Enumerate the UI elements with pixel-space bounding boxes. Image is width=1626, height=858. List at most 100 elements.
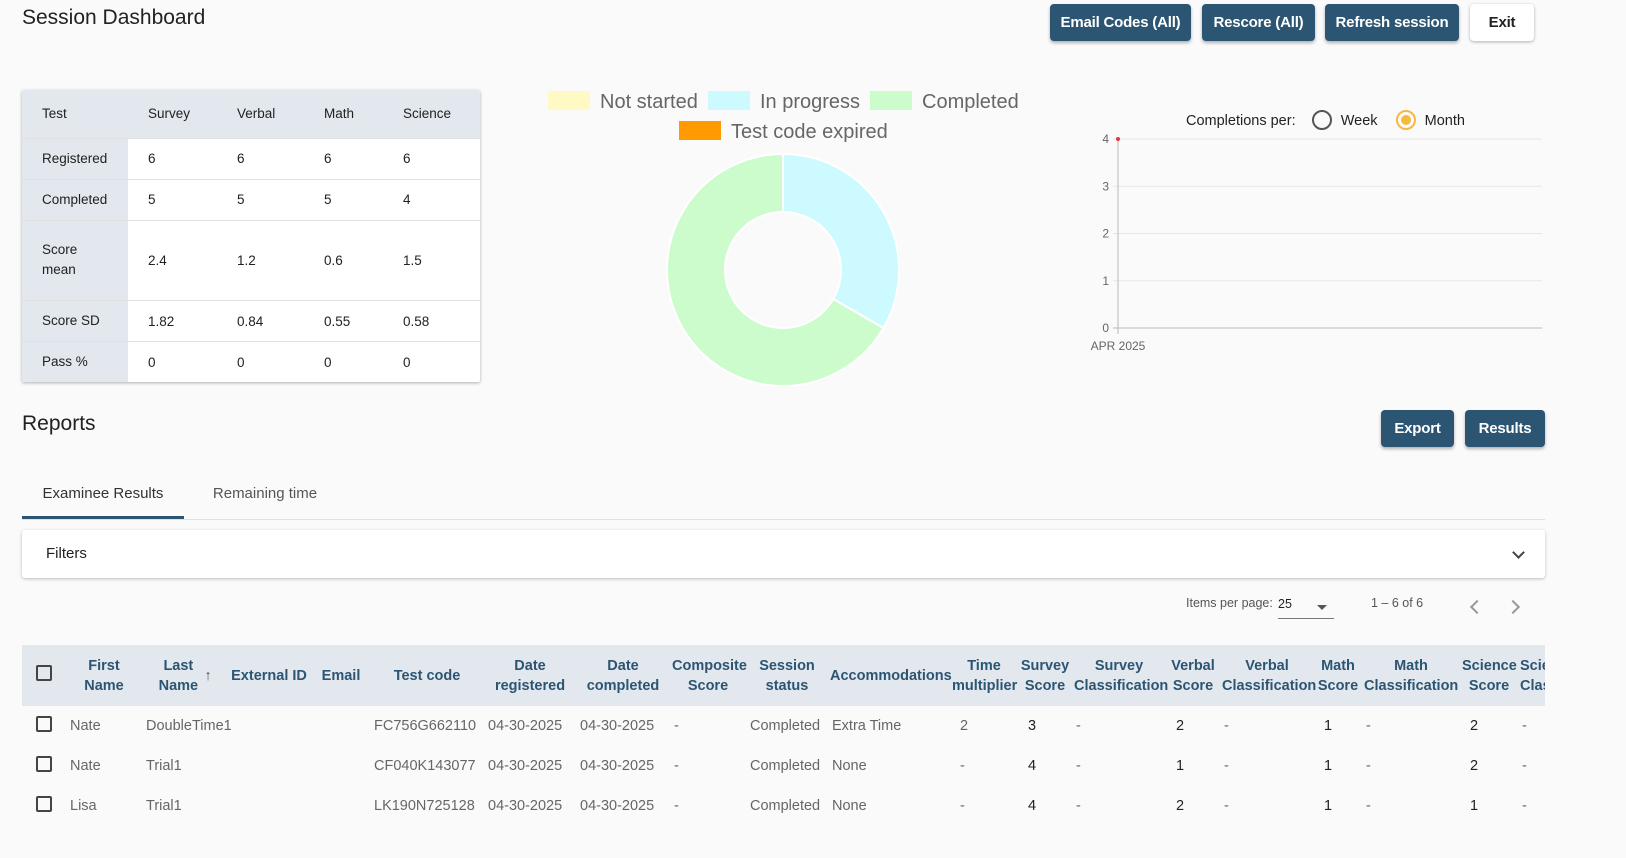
- summary-cell: 4: [383, 179, 480, 221]
- col-first-name[interactable]: First Name: [66, 645, 142, 706]
- legend-completed[interactable]: Completed: [870, 91, 1019, 114]
- summary-row: Registered 6 6 6 6: [22, 138, 480, 180]
- summary-cell: 5: [304, 179, 383, 221]
- summary-cell: 0: [148, 354, 156, 370]
- col-accommodations[interactable]: Accommodations: [828, 645, 952, 706]
- table-cell-verbal-score: 2: [1176, 718, 1185, 734]
- filters-panel[interactable]: Filters: [22, 530, 1545, 578]
- table-cell-first-name: Lisa: [70, 798, 97, 814]
- summary-row-label: Score SD: [22, 300, 128, 343]
- export-button[interactable]: Export: [1381, 410, 1454, 447]
- table-cell-accommodations: None: [832, 798, 867, 814]
- summary-header-row: Test Survey Verbal Math Science: [22, 90, 480, 139]
- table-cell-survey-score: 4: [1028, 758, 1037, 774]
- col-time-multiplier[interactable]: Time multiplier: [950, 645, 1018, 706]
- col-survey-score[interactable]: Survey Score: [1018, 645, 1072, 706]
- col-test-code[interactable]: Test code: [370, 645, 484, 706]
- summary-col-survey: Survey: [128, 90, 217, 139]
- refresh-session-button[interactable]: Refresh session: [1325, 4, 1459, 41]
- summary-row: Pass % 0 0 0 0: [22, 341, 480, 382]
- col-last-name-label: Last Name: [158, 657, 199, 694]
- row-checkbox[interactable]: [36, 756, 52, 772]
- y-tick-label: 4: [1102, 132, 1109, 146]
- legend-not-started[interactable]: Not started: [548, 91, 698, 114]
- summary-cell: 0.6: [304, 220, 383, 302]
- table-row[interactable]: Nate DoubleTime1 FC756G662110 04-30-2025 04-…: [22, 706, 1545, 746]
- row-checkbox[interactable]: [36, 716, 52, 732]
- table-row[interactable]: Lisa Trial1 LK190N725128 04-30-2025 04-30-20…: [22, 786, 1545, 826]
- table-cell-verbal-classification: -: [1224, 798, 1229, 814]
- summary-col-test: Test: [22, 90, 128, 139]
- col-session-status[interactable]: Session status: [746, 645, 828, 706]
- col-math-classification[interactable]: Math Classification: [1362, 645, 1460, 706]
- exit-button[interactable]: Exit: [1470, 4, 1534, 41]
- col-email[interactable]: Email: [312, 645, 370, 706]
- col-science-classification[interactable]: Science Classification: [1518, 645, 1545, 706]
- table-cell-verbal-score: 1: [1176, 758, 1185, 774]
- table-cell-composite-score: -: [674, 798, 679, 814]
- dropdown-arrow-icon: [1317, 605, 1327, 610]
- table-cell-survey-classification: -: [1076, 798, 1081, 814]
- table-cell-composite-score: -: [674, 718, 679, 734]
- table-row[interactable]: Nate Trial1 CF040K143077 04-30-2025 04-30-20…: [22, 746, 1545, 786]
- previous-page-icon[interactable]: [1469, 599, 1485, 615]
- summary-cell: 1.2: [217, 220, 304, 302]
- chevron-down-icon[interactable]: [1512, 546, 1525, 559]
- table-cell-session-status: Completed: [750, 758, 821, 774]
- table-cell-survey-score: 3: [1028, 718, 1037, 734]
- table-cell-time-multiplier: 2: [960, 718, 969, 734]
- table-cell-science-score: 2: [1470, 758, 1479, 774]
- legend-expired[interactable]: Test code expired: [679, 121, 888, 144]
- legend-label: Not started: [600, 91, 698, 113]
- donut-slice-in-progress[interactable]: [782, 152, 900, 330]
- page-range: 1 – 6 of 6: [1371, 596, 1424, 610]
- next-page-icon[interactable]: [1505, 599, 1521, 615]
- summary-cell: 0: [324, 354, 332, 370]
- filters-label: Filters: [46, 545, 87, 562]
- col-last-name[interactable]: Last Name ↑: [142, 645, 226, 706]
- select-all-checkbox-cell: [22, 645, 66, 706]
- row-checkbox-cell: [22, 706, 66, 746]
- y-tick-label: 1: [1102, 274, 1109, 288]
- items-per-page-select[interactable]: 25: [1278, 597, 1334, 619]
- tab-remaining-time[interactable]: Remaining time: [192, 472, 338, 519]
- table-cell-math-score: 1: [1324, 758, 1333, 774]
- col-math-score[interactable]: Math Score: [1314, 645, 1362, 706]
- table-cell-science-score: 1: [1470, 798, 1479, 814]
- col-external-id[interactable]: External ID: [226, 645, 312, 706]
- col-verbal-classification[interactable]: Verbal Classification: [1220, 645, 1316, 706]
- col-survey-classification[interactable]: Survey Classification: [1072, 645, 1168, 706]
- table-cell-first-name: Nate: [70, 758, 101, 774]
- table-cell-email: [312, 746, 370, 786]
- row-checkbox[interactable]: [36, 796, 52, 812]
- table-cell-last-name: Trial1: [146, 758, 182, 774]
- summary-cell: 2.4: [128, 220, 217, 302]
- table-cell-email: [312, 786, 370, 826]
- select-all-checkbox[interactable]: [36, 664, 52, 681]
- col-date-completed[interactable]: Date completed: [576, 645, 670, 706]
- reports-title: Reports: [22, 412, 96, 435]
- data-point[interactable]: [1116, 137, 1120, 141]
- tab-examinee-results[interactable]: Examinee Results: [22, 472, 184, 519]
- table-cell-date-completed: 04-30-2025: [580, 758, 655, 774]
- col-science-score[interactable]: Science Score: [1460, 645, 1518, 706]
- legend-in-progress[interactable]: In progress: [708, 91, 860, 114]
- y-tick-label: 3: [1102, 179, 1109, 193]
- col-composite-score[interactable]: Composite Score: [670, 645, 747, 706]
- table-cell-survey-classification: -: [1076, 718, 1081, 734]
- col-verbal-score[interactable]: Verbal Score: [1166, 645, 1220, 706]
- rescore-button[interactable]: Rescore (All): [1202, 4, 1315, 41]
- table-cell-session-status: Completed: [750, 718, 821, 734]
- table-cell-time-multiplier: -: [960, 758, 965, 774]
- table-cell-test-code: FC756G662110: [374, 718, 477, 734]
- table-cell-math-classification: -: [1366, 798, 1371, 814]
- row-checkbox-cell: [22, 786, 66, 826]
- table-cell-external-id: [226, 746, 312, 786]
- table-cell-date-registered: 04-30-2025: [488, 718, 563, 734]
- results-button[interactable]: Results: [1465, 410, 1545, 447]
- email-codes-button[interactable]: Email Codes (All): [1050, 4, 1191, 41]
- col-date-registered[interactable]: Date registered: [484, 645, 576, 706]
- table-cell-test-code: CF040K143077: [374, 758, 476, 774]
- legend-swatch: [708, 91, 750, 110]
- page-title: Session Dashboard: [22, 6, 206, 29]
